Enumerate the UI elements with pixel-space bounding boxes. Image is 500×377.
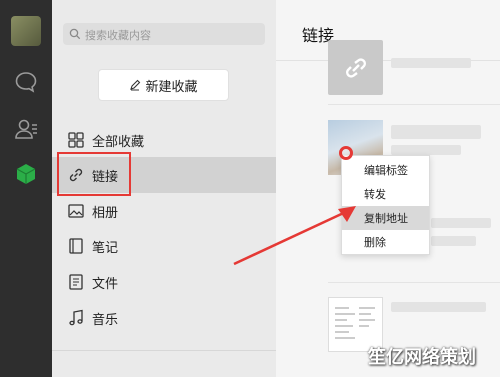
sidebar-item-music[interactable]: 音乐 bbox=[52, 300, 276, 336]
chat-icon[interactable] bbox=[12, 68, 40, 96]
sidebar-item-label: 全部收藏 bbox=[92, 134, 145, 150]
new-favorite-button[interactable]: 新建收藏 bbox=[98, 69, 229, 101]
favorites-sidebar: 搜索收藏内容 新建收藏 全部收藏 链接 相册 笔记 文件 音乐 bbox=[52, 0, 276, 377]
row-divider bbox=[328, 282, 500, 283]
search-placeholder: 搜索收藏内容 bbox=[85, 29, 151, 42]
row-divider bbox=[328, 104, 500, 105]
new-favorite-label: 新建收藏 bbox=[145, 79, 198, 95]
sidebar-item-label: 笔记 bbox=[92, 240, 119, 256]
blurred-title bbox=[431, 218, 491, 228]
music-note-icon bbox=[69, 309, 83, 326]
blurred-title bbox=[391, 125, 481, 139]
notebook-icon bbox=[69, 238, 83, 254]
pen-icon bbox=[130, 79, 141, 91]
sidebar-divider bbox=[52, 350, 276, 351]
blurred-subtitle bbox=[391, 145, 461, 155]
sidebar-item-label: 文件 bbox=[92, 276, 119, 292]
grid-icon bbox=[68, 132, 84, 148]
link-icon bbox=[346, 58, 366, 78]
search-input[interactable]: 搜索收藏内容 bbox=[63, 23, 265, 45]
sidebar-item-label: 相册 bbox=[92, 205, 119, 221]
highlight-annotation-box bbox=[57, 152, 131, 196]
click-indicator bbox=[339, 146, 353, 160]
menu-item-label: 删除 bbox=[364, 236, 386, 249]
favorites-cube-icon[interactable] bbox=[12, 160, 40, 188]
watermark-text: 笙亿网络策划 bbox=[368, 347, 476, 368]
app-rail bbox=[0, 0, 52, 377]
menu-item-label: 转发 bbox=[364, 188, 386, 201]
blurred-subtitle bbox=[431, 236, 476, 246]
file-icon bbox=[69, 274, 83, 290]
contacts-icon[interactable] bbox=[12, 115, 40, 143]
menu-item-label: 复制地址 bbox=[364, 212, 408, 225]
image-icon bbox=[68, 204, 84, 218]
blurred-title bbox=[391, 302, 486, 312]
menu-item-label: 编辑标签 bbox=[364, 164, 408, 177]
avatar[interactable] bbox=[11, 16, 41, 46]
blurred-title bbox=[391, 58, 471, 68]
search-icon bbox=[69, 28, 81, 40]
annotation-arrow bbox=[233, 206, 356, 266]
menu-item-edit-tags[interactable]: 编辑标签 bbox=[342, 158, 429, 182]
sidebar-item-label: 音乐 bbox=[92, 312, 119, 328]
link-thumbnail[interactable] bbox=[328, 40, 383, 95]
document-preview bbox=[335, 307, 375, 339]
